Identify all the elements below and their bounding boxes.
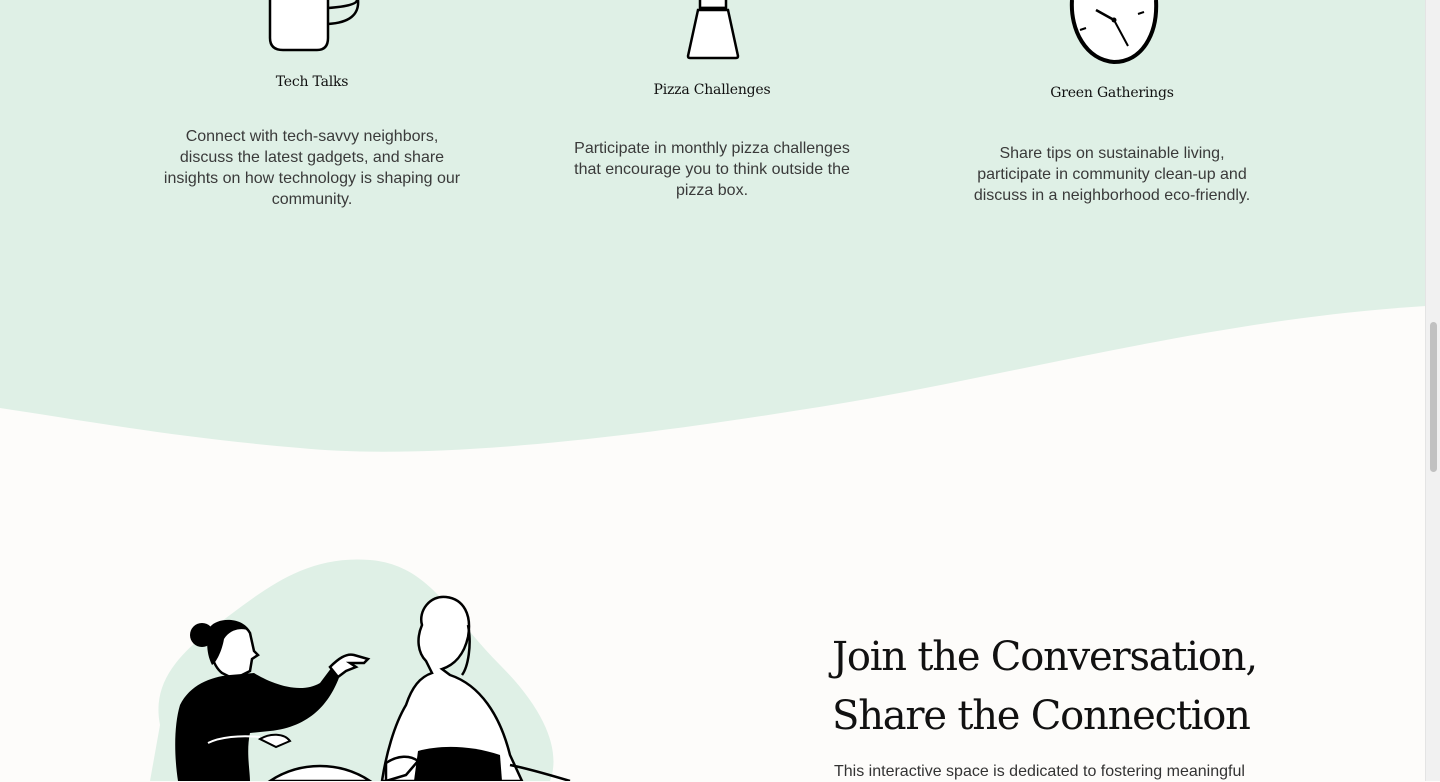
clock-icon: [1069, 0, 1159, 65]
page-scrollbar[interactable]: [1425, 0, 1440, 781]
feature-title: Tech Talks: [275, 74, 349, 90]
heading-line-1: Join the Conversation,: [832, 634, 1258, 680]
feature-description: Connect with tech-savvy neighbors, discu…: [163, 128, 461, 208]
feature-description: Participate in monthly pizza challenges …: [574, 140, 850, 199]
jar-icon: [686, 0, 740, 60]
feature-tech-talks: Tech Talks Connect with tech-savvy neigh…: [152, 74, 472, 210]
lead-paragraph: This interactive space is dedicated to f…: [834, 763, 1245, 780]
scrollbar-thumb[interactable]: [1430, 322, 1437, 472]
feature-title: Green Gatherings: [1050, 85, 1174, 101]
feature-title: Pizza Challenges: [653, 82, 771, 98]
feature-pizza-challenges: Pizza Challenges Participate in monthly …: [552, 82, 872, 201]
conversation-illustration: [150, 559, 571, 781]
section-heading: Join the Conversation, Share the Connect…: [832, 628, 1258, 746]
mug-icon: [268, 0, 360, 52]
mint-wave-background: [0, 0, 1426, 452]
feature-green-gatherings: Green Gatherings Share tips on sustainab…: [952, 85, 1272, 206]
feature-description: Share tips on sustainable living, partic…: [973, 145, 1251, 204]
heading-line-2: Share the Connection: [832, 693, 1251, 739]
